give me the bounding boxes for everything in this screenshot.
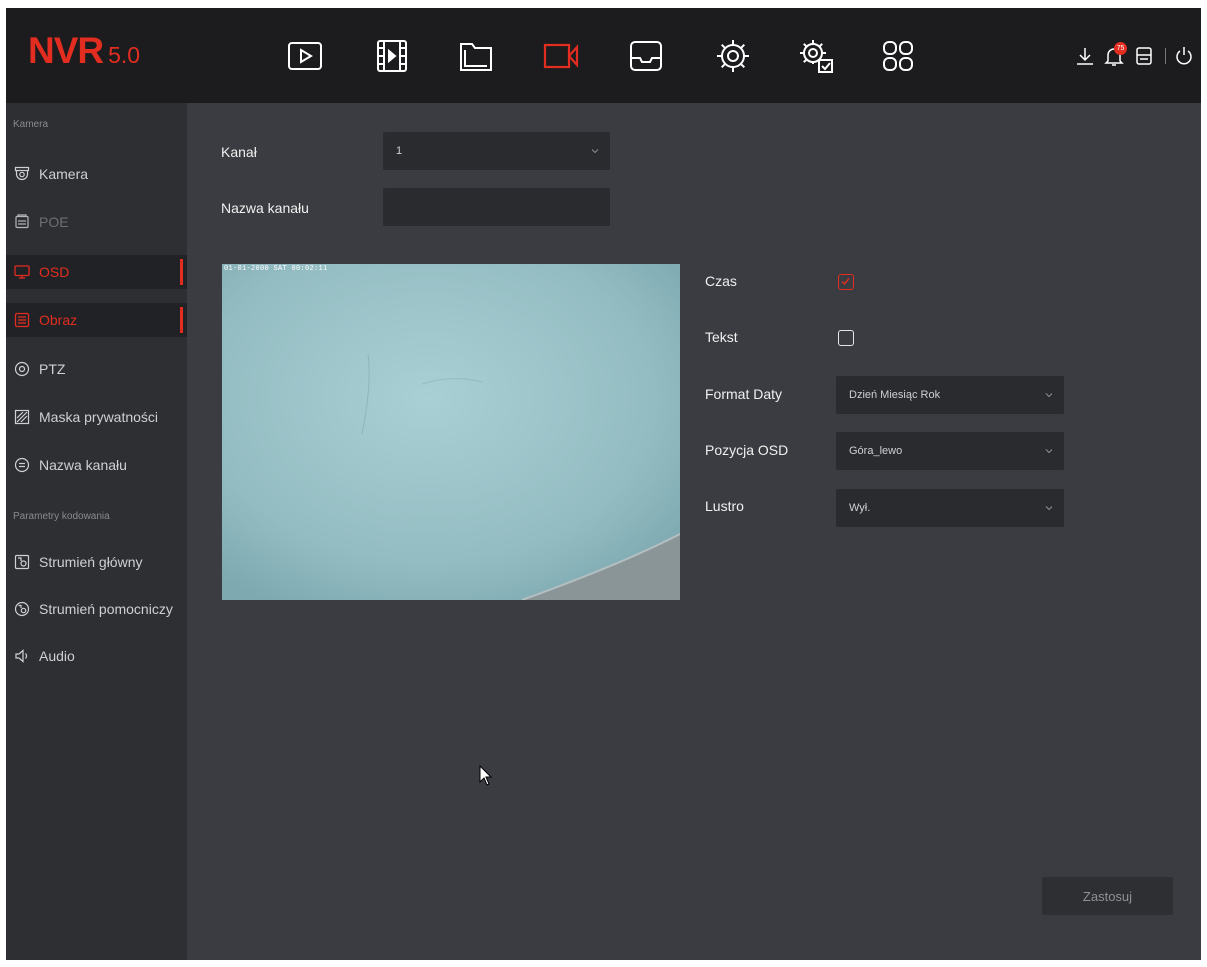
mouse-cursor-icon: [479, 765, 493, 786]
sidebar-item-kamera[interactable]: Kamera: [6, 157, 187, 191]
sidebar-item-osd[interactable]: OSD: [6, 255, 187, 289]
storage-icon[interactable]: [623, 36, 669, 76]
sidebar-item-label: Strumień pomocniczy: [39, 601, 173, 617]
text-label: Tekst: [705, 329, 738, 345]
sidebar-item-label: Nazwa kanału: [39, 457, 127, 473]
date-format-select[interactable]: Dzień Miesiąc Rok: [836, 376, 1064, 414]
date-format-select-value: Dzień Miesiąc Rok: [849, 389, 941, 401]
sidebar-item-label: PTZ: [39, 361, 66, 377]
text-checkbox[interactable]: [838, 330, 854, 346]
osd-position-label: Pozycja OSD: [705, 442, 789, 458]
channel-select[interactable]: 1: [383, 132, 610, 170]
mirror-select[interactable]: Wył.: [836, 489, 1064, 527]
checkmark-icon: [841, 278, 850, 286]
sidebar-section-camera: Kamera: [13, 119, 49, 130]
channel-name-icon: [14, 457, 30, 473]
camera-preview: 01-01-2000 SAT 00:02:11: [222, 264, 680, 600]
dome-camera-icon: [14, 166, 30, 182]
speaker-icon: [14, 648, 30, 664]
brand-version: 5.0: [108, 42, 141, 68]
ptz-icon: [14, 361, 30, 377]
sidebar-item-main-stream[interactable]: Strumień główny: [6, 545, 187, 579]
camera-icon[interactable]: [538, 36, 584, 76]
monitor-icon: [14, 264, 30, 280]
time-checkbox[interactable]: [838, 274, 854, 290]
sidebar-item-sub-stream[interactable]: Strumień pomocniczy: [6, 592, 187, 626]
poe-icon: [14, 214, 30, 230]
mirror-label: Lustro: [705, 498, 744, 514]
toolbar-separator: [1165, 48, 1166, 64]
sidebar-item-label: Kamera: [39, 166, 89, 182]
top-bar: NVR 5.0 75: [6, 8, 1201, 103]
chevron-down-icon: [591, 149, 599, 154]
mirror-select-value: Wył.: [849, 502, 871, 514]
system-settings-icon[interactable]: [710, 36, 756, 76]
sidebar-item-label: Audio: [39, 648, 75, 664]
apps-grid-icon[interactable]: [875, 36, 921, 76]
preview-image: [222, 264, 680, 600]
main-stream-icon: [14, 554, 30, 570]
sidebar-section-encoding: Parametry kodowania: [13, 511, 110, 522]
sidebar-item-audio[interactable]: Audio: [6, 639, 187, 673]
sidebar-item-label: Maska prywatności: [39, 409, 159, 425]
video-clips-icon[interactable]: [369, 36, 415, 76]
sidebar-item-privacy-mask[interactable]: Maska prywatności: [6, 400, 187, 434]
sidebar-item-label: Obraz: [39, 312, 78, 328]
chevron-down-icon: [1045, 506, 1053, 511]
osd-position-select[interactable]: Góra_lewo: [836, 432, 1064, 470]
sidebar-item-label: OSD: [39, 264, 70, 280]
brand-name: NVR: [28, 30, 104, 71]
channel-select-value: 1: [396, 145, 403, 157]
channel-name-input[interactable]: [383, 188, 610, 226]
sidebar-item-label: Strumień główny: [39, 554, 143, 570]
channel-label: Kanał: [221, 144, 257, 160]
alarm-bell-icon[interactable]: 75: [1102, 42, 1127, 68]
sidebar: Kamera Kamera POE OSD Obraz PTZ Maska pr…: [6, 103, 187, 960]
files-icon[interactable]: [453, 36, 499, 76]
hdd-icon[interactable]: [1132, 44, 1156, 68]
sidebar-item-obraz[interactable]: Obraz: [6, 303, 187, 337]
channel-name-label: Nazwa kanału: [221, 200, 309, 216]
download-icon[interactable]: [1073, 44, 1097, 68]
sidebar-item-label: POE: [39, 214, 69, 230]
sidebar-item-poe[interactable]: POE: [6, 205, 187, 239]
osd-position-select-value: Góra_lewo: [849, 445, 903, 457]
privacy-mask-icon: [14, 409, 30, 425]
advanced-settings-icon[interactable]: [793, 36, 839, 76]
alarm-count-badge: 75: [1114, 42, 1127, 55]
chevron-down-icon: [1045, 449, 1053, 454]
playback-icon[interactable]: [282, 36, 328, 76]
preview-osd-time: 01-01-2000 SAT 00:02:11: [224, 265, 328, 273]
sidebar-item-ptz[interactable]: PTZ: [6, 352, 187, 386]
app-logo: NVR 5.0: [28, 30, 140, 80]
power-icon[interactable]: [1172, 44, 1196, 68]
sub-stream-icon: [14, 601, 30, 617]
nvr-app: NVR 5.0 75 Kamera Kamera POE OSD Obraz P…: [6, 8, 1201, 960]
apply-button[interactable]: Zastosuj: [1042, 877, 1173, 915]
time-label: Czas: [705, 273, 737, 289]
chevron-down-icon: [1045, 393, 1053, 398]
sidebar-item-channel-name[interactable]: Nazwa kanału: [6, 448, 187, 482]
date-format-label: Format Daty: [705, 386, 783, 402]
image-settings-icon: [14, 312, 30, 328]
